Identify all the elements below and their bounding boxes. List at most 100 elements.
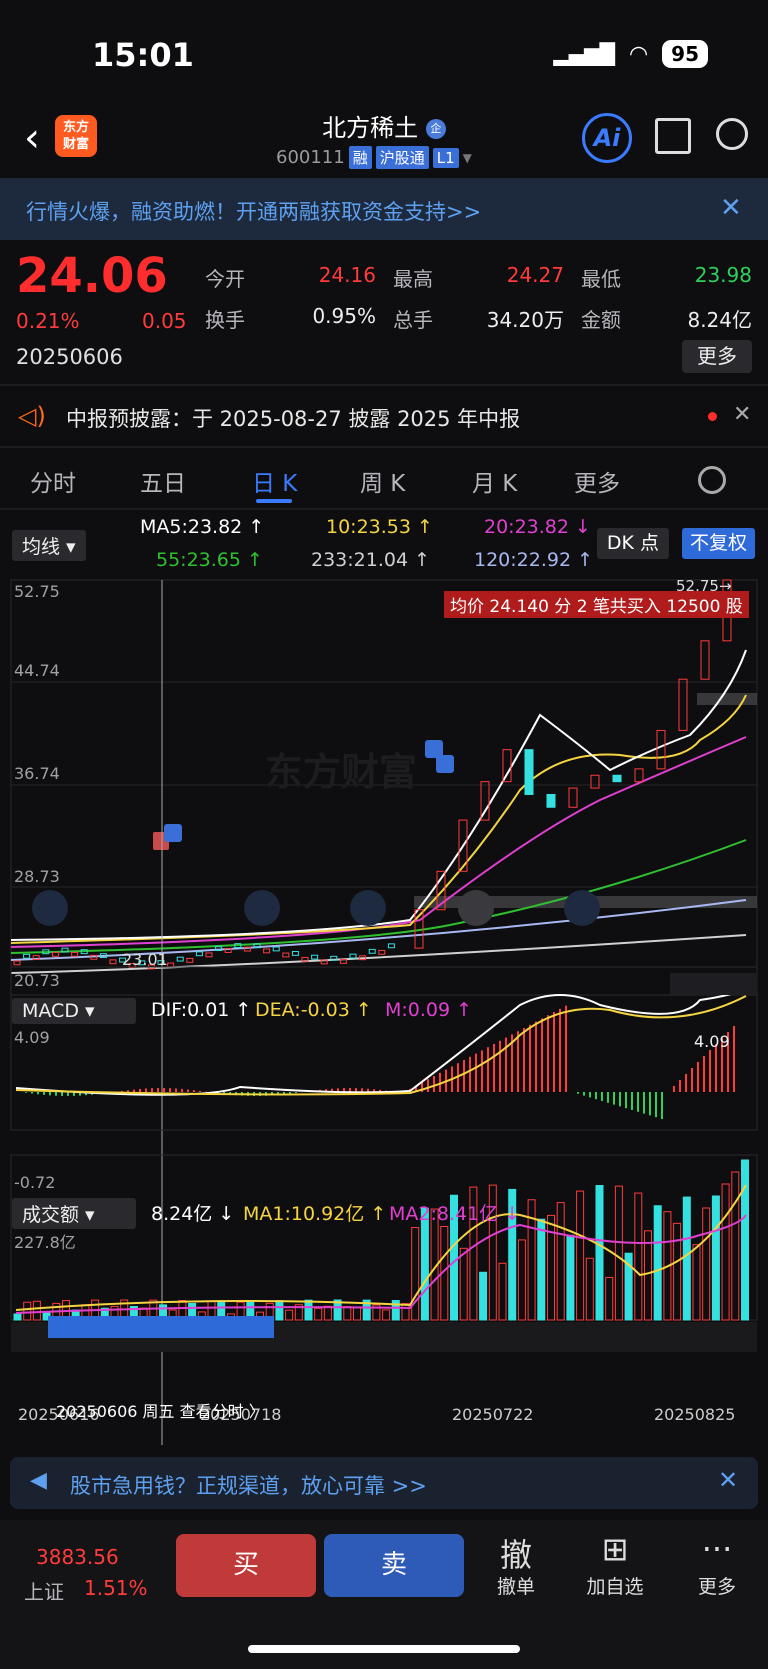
y-label: 28.73 xyxy=(14,867,60,886)
candle xyxy=(176,956,184,962)
volume-bar xyxy=(711,1195,720,1321)
indicator-dropdown[interactable]: 均线 ▾ xyxy=(12,530,86,561)
dea-value: DEA:-0.03 ↑ xyxy=(255,999,372,1021)
volume-bar xyxy=(721,1183,730,1321)
tab-intraday[interactable]: 分时 xyxy=(30,464,76,498)
volume-bar xyxy=(692,1244,701,1321)
search-icon[interactable] xyxy=(716,118,748,150)
volume-value: 8.24亿 ↓ xyxy=(151,1203,235,1225)
candle xyxy=(51,951,59,957)
volume-bar xyxy=(275,1300,284,1321)
change-percent: 0.21% xyxy=(16,309,80,333)
sell-button[interactable]: 卖 xyxy=(324,1534,464,1597)
volume-bar xyxy=(585,1257,594,1321)
macd-dropdown-label: MACD xyxy=(22,1000,79,1022)
volume-bar xyxy=(13,1313,22,1321)
volume-bar xyxy=(353,1307,361,1321)
tab-weekly-k[interactable]: 周 K xyxy=(360,464,405,498)
more-quote-button[interactable]: 更多 xyxy=(682,340,752,373)
sell-marker xyxy=(436,755,454,773)
next-icon xyxy=(458,890,494,926)
ma10-value: 10:23.53 ↑ xyxy=(326,516,433,538)
ai-icon[interactable]: Ai xyxy=(582,113,632,163)
close-icon[interactable]: ✕ xyxy=(720,193,742,223)
dif-value: DIF:0.01 ↑ xyxy=(151,999,252,1021)
share-icon[interactable] xyxy=(655,118,691,154)
gear-icon[interactable] xyxy=(698,466,726,494)
candle xyxy=(23,953,31,959)
tab-monthly-k[interactable]: 月 K xyxy=(472,464,517,498)
index-value[interactable]: 3883.56 xyxy=(36,1545,119,1569)
zoom-out-icon xyxy=(244,890,280,926)
more-button[interactable]: ··· 更多 xyxy=(677,1530,757,1599)
volume-bar xyxy=(595,1184,604,1321)
turnover-label: 换手 xyxy=(205,308,245,332)
prev-icon xyxy=(350,890,386,926)
chevron-down-icon: ▼ xyxy=(462,150,472,165)
close-icon[interactable]: ✕ xyxy=(718,1466,738,1494)
divider xyxy=(0,384,768,386)
volume-value: 34.20万 xyxy=(486,308,564,332)
cancel-order-button[interactable]: 撤撤单 xyxy=(476,1530,556,1599)
high-value: 24.27 xyxy=(506,263,564,287)
speaker-icon: ◁) xyxy=(18,402,46,430)
macd-dropdown[interactable]: MACD ▾ xyxy=(12,998,136,1024)
index-name[interactable]: 上证 xyxy=(24,1576,64,1605)
macd-frame xyxy=(10,966,758,1131)
macd-tag-bg xyxy=(670,973,756,995)
tab-daily-k[interactable]: 日 K xyxy=(252,464,297,498)
candle xyxy=(13,960,21,966)
buy-button[interactable]: 买 xyxy=(176,1534,316,1597)
volume-bars xyxy=(13,1159,749,1321)
tab-five-day[interactable]: 五日 xyxy=(140,464,186,498)
index-percent[interactable]: 1.51% xyxy=(84,1576,148,1600)
candle xyxy=(612,774,622,783)
date-label: 20250722 xyxy=(452,1405,534,1424)
cancel-order-label: 撤单 xyxy=(496,1576,535,1598)
volume-dropdown[interactable]: 成交额 ▾ xyxy=(12,1198,136,1229)
dk-point-button[interactable]: DK 点 xyxy=(597,528,669,559)
wifi-icon: ◠ xyxy=(628,41,649,67)
candle xyxy=(263,948,271,954)
add-watchlist-button[interactable]: ⊞ 加自选 xyxy=(575,1530,655,1599)
stock-name: 北方稀土 企 xyxy=(0,108,768,143)
status-icons: ▂▄▆█ ◠ 95 xyxy=(553,40,708,68)
candle xyxy=(349,953,357,959)
low-value: 23.98 xyxy=(694,263,752,287)
candle xyxy=(634,768,644,783)
volume-bar xyxy=(517,1239,526,1321)
turnover-value: 0.95% xyxy=(312,304,376,328)
candle xyxy=(700,640,710,680)
volume-label: 总手 xyxy=(393,308,433,332)
high-label: 最高 xyxy=(393,267,433,291)
volume-bar xyxy=(634,1192,643,1321)
open-label: 今开 xyxy=(205,267,245,291)
candle xyxy=(387,943,395,949)
volume-bar xyxy=(702,1207,711,1321)
announcement-text[interactable]: 中报预披露：于 2025-08-27 披露 2025 年中报 xyxy=(66,403,520,433)
stock-code-row[interactable]: 600111 融 沪股通 L1 ▼ xyxy=(276,146,472,169)
open-value: 24.16 xyxy=(318,263,376,287)
cursor-date-bg xyxy=(48,1316,274,1338)
volume-bar xyxy=(323,1305,332,1321)
banner-text[interactable]: 行情火爆，融资助燃！开通两融获取资金支持>> xyxy=(26,196,481,226)
trade-tooltip[interactable]: 均价 24.140 分 2 笔共买入 12500 股 xyxy=(444,591,749,618)
ma120-value: 120:22.92 ↑ xyxy=(474,549,594,571)
indicator-dropdown-label: 均线 xyxy=(22,536,61,558)
volume-bar xyxy=(556,1202,565,1321)
candle xyxy=(71,951,79,957)
megaphone-icon: ◀ xyxy=(30,1468,47,1493)
close-icon[interactable]: ✕ xyxy=(733,402,751,427)
more-icon: ··· xyxy=(701,1530,733,1568)
ma55-value: 55:23.65 ↑ xyxy=(156,549,263,571)
promo-text[interactable]: 股市急用钱？正规渠道，放心可靠 >> xyxy=(70,1470,427,1500)
volume-bar xyxy=(537,1218,546,1321)
candle xyxy=(195,951,203,957)
sell-marker xyxy=(164,824,182,842)
macd-y-bottom: -0.72 xyxy=(14,1173,56,1192)
no-adjust-button[interactable]: 不复权 xyxy=(682,528,755,559)
y-label: 52.75 xyxy=(14,582,60,601)
cursor-date-label[interactable]: 20250606 周五 查看分时 〉 xyxy=(56,1398,265,1422)
tab-more[interactable]: 更多 xyxy=(574,464,620,498)
candle xyxy=(678,678,688,731)
